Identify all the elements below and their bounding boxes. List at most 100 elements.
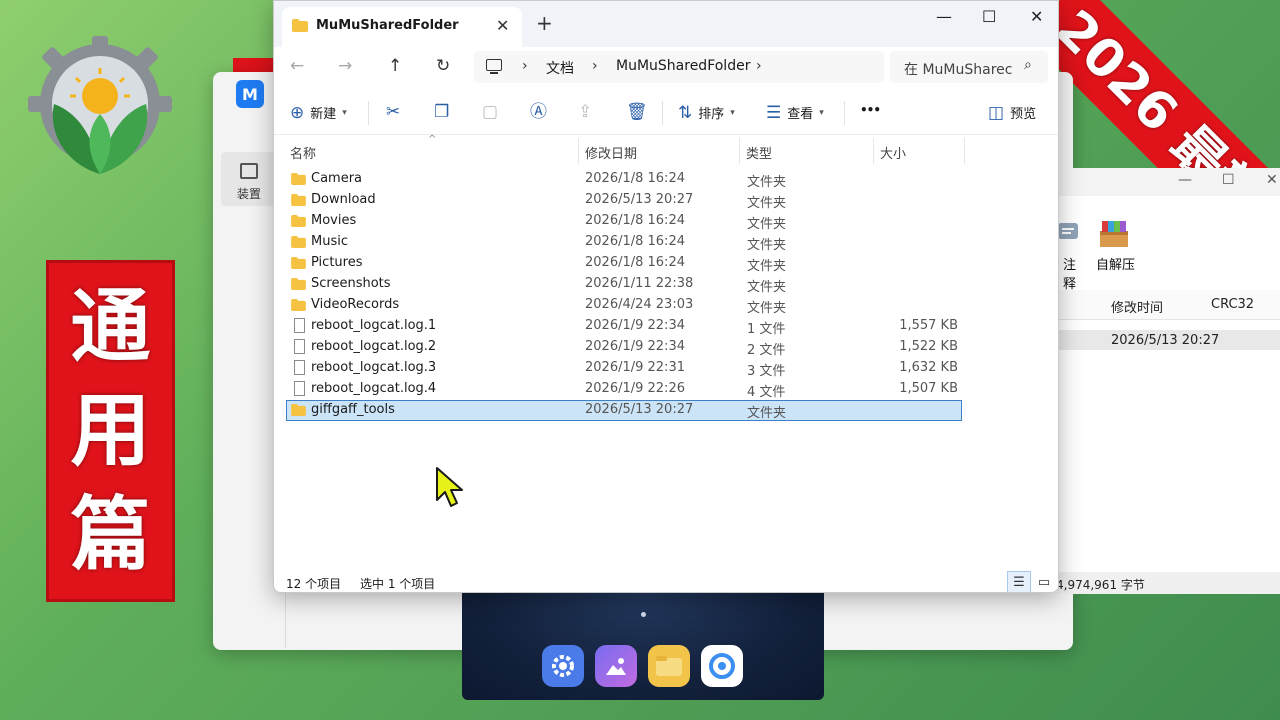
file-row[interactable]: Download 2026/5/13 20:27 文件夹 — [286, 190, 962, 211]
vertical-title-banner: 通 用 篇 — [46, 260, 175, 602]
archive-titlebar — [1056, 168, 1280, 196]
new-tab-button[interactable]: + — [536, 13, 553, 33]
gear-sun-leaf-logo — [28, 36, 172, 174]
folder-icon — [292, 19, 308, 32]
folder-icon — [291, 257, 306, 269]
archive-maximize-button[interactable]: ☐ — [1222, 172, 1235, 188]
file-row[interactable]: Camera 2026/1/8 16:24 文件夹 — [286, 169, 962, 190]
file-name: Pictures — [311, 255, 363, 270]
comment-icon[interactable] — [1054, 219, 1090, 249]
navigation-bar: ← → ↑ ↻ › 文档 › MuMuSharedFolder › 在 MuMu… — [274, 47, 1058, 87]
folder-icon — [291, 173, 306, 185]
folder-icon — [291, 299, 306, 311]
page-indicator — [641, 612, 646, 617]
view-button[interactable]: ☰ 查看 ▾ — [766, 102, 824, 123]
search-box[interactable]: 在 MuMuSharec ⌕ — [890, 51, 1048, 83]
new-button[interactable]: ⊕ 新建 ▾ — [290, 103, 347, 123]
minimize-button[interactable]: — — [936, 7, 952, 26]
toolbar-divider — [662, 101, 663, 125]
archive-col-modified[interactable]: 修改时间 — [1111, 297, 1163, 316]
refresh-button[interactable]: ↻ — [436, 56, 450, 76]
file-name: Download — [311, 192, 376, 207]
copy-icon[interactable]: ❐ — [434, 103, 449, 121]
file-row[interactable]: VideoRecords 2026/4/24 23:03 文件夹 — [286, 295, 962, 316]
column-divider[interactable] — [578, 138, 579, 164]
back-button[interactable]: ← — [290, 56, 304, 76]
gallery-app-icon[interactable] — [595, 645, 637, 687]
archive-minimize-button[interactable]: — — [1178, 172, 1192, 188]
browser-app-icon[interactable] — [701, 645, 743, 687]
file-row[interactable]: reboot_logcat.log.4 2026/1/9 22:26 4 文件 1,5… — [286, 379, 962, 400]
file-icon — [294, 360, 305, 375]
file-modified: 2026/1/8 16:24 — [585, 171, 685, 186]
file-explorer-window: MuMuSharedFolder ✕ + — ☐ ✕ ← → ↑ ↻ › 文档 … — [273, 0, 1059, 593]
preview-pane-button[interactable]: ◫ 预览 — [988, 103, 1036, 123]
tiles-view-button[interactable]: ▭ — [1032, 571, 1056, 592]
sort-ascending-icon: ^ — [428, 134, 437, 145]
rename-icon[interactable]: Ⓐ — [530, 103, 547, 121]
forward-button[interactable]: → — [338, 56, 352, 76]
file-name: Movies — [311, 213, 357, 228]
file-type: 文件夹 — [747, 217, 787, 232]
cut-icon[interactable]: ✂ — [386, 103, 400, 121]
column-divider[interactable] — [873, 138, 874, 164]
column-name[interactable]: 名称 — [290, 143, 316, 162]
close-button[interactable]: ✕ — [1030, 7, 1043, 26]
maximize-button[interactable]: ☐ — [982, 7, 996, 26]
column-divider[interactable] — [739, 138, 740, 164]
file-modified: 2026/5/13 20:27 — [585, 192, 694, 207]
column-size[interactable]: 大小 — [880, 143, 906, 162]
view-label: 查看 — [787, 107, 814, 122]
file-row[interactable]: Screenshots 2026/1/11 22:38 文件夹 — [286, 274, 962, 295]
file-name: VideoRecords — [311, 297, 400, 312]
mouse-cursor-icon — [436, 467, 463, 507]
search-icon: ⌕ — [1024, 57, 1032, 73]
file-row[interactable]: reboot_logcat.log.2 2026/1/9 22:34 2 文件 1,5… — [286, 337, 962, 358]
details-view-button[interactable]: ☰ — [1007, 571, 1031, 592]
file-row[interactable]: Pictures 2026/1/8 16:24 文件夹 — [286, 253, 962, 274]
file-row[interactable]: giffgaff_tools 2026/5/13 20:27 文件夹 — [286, 400, 962, 421]
address-bar[interactable]: › 文档 › MuMuSharedFolder › — [474, 51, 884, 83]
view-list-icon: ☰ — [766, 102, 782, 123]
file-modified: 2026/1/8 16:24 — [585, 255, 685, 270]
paste-icon[interactable]: ▢ — [482, 103, 498, 121]
tab-close-icon[interactable]: ✕ — [496, 16, 509, 35]
banner-char: 用 — [70, 384, 151, 477]
column-date[interactable]: 修改日期 — [585, 143, 637, 162]
tab-label: MuMuSharedFolder — [316, 18, 459, 33]
file-row[interactable]: Movies 2026/1/8 16:24 文件夹 — [286, 211, 962, 232]
archive-close-button[interactable]: ✕ — [1266, 172, 1278, 188]
more-options-button[interactable]: ••• — [860, 103, 881, 117]
file-name: Screenshots — [311, 276, 391, 291]
archive-col-crc32[interactable]: CRC32 — [1211, 297, 1254, 312]
folder-icon — [291, 278, 306, 290]
corner-ribbon-text: 2026 最新 — [1040, 0, 1280, 175]
file-modified: 2026/1/9 22:26 — [585, 381, 685, 396]
file-type: 文件夹 — [747, 259, 787, 274]
file-row[interactable]: Music 2026/1/8 16:24 文件夹 — [286, 232, 962, 253]
tab-mumushared-folder[interactable]: MuMuSharedFolder ✕ — [282, 7, 522, 47]
up-button[interactable]: ↑ — [388, 56, 402, 76]
file-row[interactable]: reboot_logcat.log.1 2026/1/9 22:34 1 文件 1,5… — [286, 316, 962, 337]
explorer-titlebar: MuMuSharedFolder ✕ + — ☐ ✕ — [274, 1, 1058, 47]
folder-icon — [291, 404, 306, 416]
file-name: reboot_logcat.log.2 — [311, 339, 437, 354]
share-icon[interactable]: ⇪ — [578, 103, 592, 121]
column-type[interactable]: 类型 — [746, 143, 772, 162]
sort-label: 排序 — [698, 107, 725, 122]
settings-app-icon[interactable] — [542, 645, 584, 687]
file-row[interactable]: reboot_logcat.log.3 2026/1/9 22:31 3 文件 1,6… — [286, 358, 962, 379]
comment-label: 注释 — [1062, 258, 1076, 292]
status-bar: 12 个项目 选中 1 个项目 ☰ ▭ — [274, 571, 1058, 592]
files-app-icon[interactable] — [648, 645, 690, 687]
delete-icon[interactable]: 🗑 — [626, 103, 648, 121]
column-divider[interactable] — [964, 138, 965, 164]
breadcrumb-documents[interactable]: 文档 — [546, 58, 574, 78]
corner-ribbon: 2026 最新 — [1040, 0, 1280, 175]
self-extract-icon[interactable] — [1096, 219, 1132, 249]
file-size: 1,507 KB — [899, 381, 958, 396]
breadcrumb-mumushared-folder[interactable]: MuMuSharedFolder — [616, 58, 750, 74]
file-type: 文件夹 — [747, 406, 787, 421]
sort-button[interactable]: ⇅ 排序 ▾ — [678, 103, 735, 123]
folder-icon — [291, 194, 306, 206]
